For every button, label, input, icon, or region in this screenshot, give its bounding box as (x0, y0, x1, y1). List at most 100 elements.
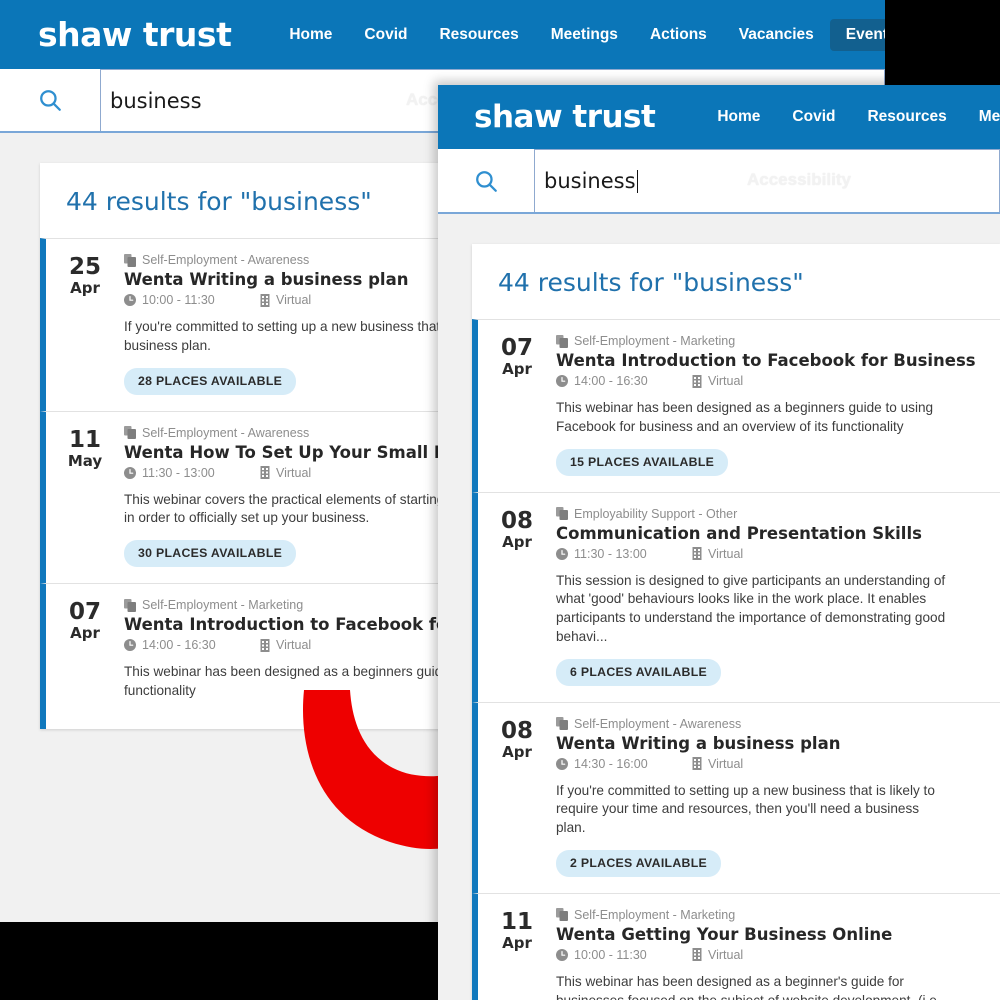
value: 14:30 - 16:00 (574, 756, 648, 771)
fg-event-meta-2: 14:30 - 16:00 Virtual (556, 757, 984, 771)
building-icon (260, 293, 270, 307)
status-badge: 6 PLACES AVAILABLE (556, 658, 722, 686)
fg-event-time-0: 14:00 - 16:30 (556, 374, 692, 388)
fg-event-title-0[interactable]: Wenta Introduction to Facebook for Busin… (556, 351, 984, 370)
label: Self-Employment - Awareness (142, 425, 310, 440)
category-icon (556, 507, 568, 520)
value: Virtual (708, 374, 744, 388)
table-row[interactable]: 07 Apr Self-Employment - Marketing Wenta… (472, 319, 1000, 492)
fg-search-bar: business Accessibility (438, 149, 1000, 214)
clock-icon (556, 948, 568, 961)
table-row[interactable]: 11 Apr Self-Employment - Marketing Wenta… (472, 892, 1000, 1000)
day: 11 (68, 426, 101, 453)
fg-event-category-3: Self-Employment - Marketing (556, 908, 984, 922)
fg-nav-meetings[interactable]: Me (963, 101, 1000, 133)
value: Virtual (276, 465, 312, 480)
month: May (67, 451, 103, 470)
fg-event-title-2[interactable]: Wenta Writing a business plan (556, 734, 984, 753)
text-caret (636, 169, 638, 193)
building-icon (260, 638, 270, 652)
status-badge: 2 PLACES AVAILABLE (556, 849, 722, 877)
bg-nav-resources[interactable]: Resources (423, 19, 534, 51)
day: 25 (68, 254, 101, 280)
fg-event-date-0: 07 Apr (478, 320, 556, 492)
fg-event-date-2: 08 Apr (478, 703, 556, 893)
fg-event-venue-3: Virtual (692, 948, 743, 962)
fg-nav-home[interactable]: Home (701, 101, 776, 133)
month: Apr (70, 279, 100, 298)
building-icon (692, 374, 702, 388)
value: 11:30 - 13:00 (574, 546, 647, 561)
fg-event-time-2: 14:30 - 16:00 (556, 757, 692, 771)
fg-event-meta-1: 11:30 - 13:00 Virtual (556, 547, 984, 561)
bg-search-icon[interactable] (0, 69, 100, 131)
fg-event-body-0: Self-Employment - Marketing Wenta Introd… (556, 320, 1000, 492)
label: Self-Employment - Awareness (574, 716, 742, 731)
label: Self-Employment - Marketing (574, 334, 736, 348)
fg-event-title-1[interactable]: Communication and Presentation Skills (556, 524, 984, 543)
bg-navbar: shaw trust Home Covid Resources Meetings… (0, 0, 885, 69)
value: 10:00 - 11:30 (574, 947, 647, 962)
screenshot-stage: shaw trust Home Covid Resources Meetings… (0, 0, 1000, 1000)
label: Self-Employment - Marketing (142, 598, 304, 612)
foreground-browser-window[interactable]: shaw trust Home Covid Resources Me busin… (438, 85, 1000, 1000)
fg-search-input[interactable]: business Accessibility (534, 149, 1000, 212)
fg-nav-resources[interactable]: Resources (851, 101, 962, 133)
category-icon (556, 334, 568, 348)
value: 10:00 - 11:30 (142, 293, 215, 307)
category-icon (124, 426, 136, 439)
bg-nav-vacancies[interactable]: Vacancies (723, 19, 830, 51)
clock-icon (124, 466, 136, 479)
fg-results-card: 44 results for "business" 07 Apr Self-Em… (472, 244, 1000, 1000)
table-row[interactable]: 08 Apr Self-Employment - Awareness Wenta… (472, 701, 1000, 893)
status-badge: 30 PLACES AVAILABLE (124, 540, 297, 567)
bg-search-value: business (110, 88, 202, 113)
category-icon (124, 253, 136, 267)
fg-event-venue-1: Virtual (692, 547, 743, 561)
clock-icon (556, 757, 568, 770)
fg-accessibility-watermark: Accessibility (747, 170, 851, 189)
month: Apr (502, 360, 532, 379)
clock-icon (556, 547, 568, 560)
status-badge: 15 PLACES AVAILABLE (556, 448, 729, 476)
fg-event-title-3[interactable]: Wenta Getting Your Business Online (556, 925, 984, 944)
fg-search-value: business (544, 169, 636, 193)
bg-event-date-2: 07 Apr (46, 584, 124, 729)
bg-nav-meetings[interactable]: Meetings (535, 19, 634, 51)
bg-event-time-1: 11:30 - 13:00 (124, 466, 260, 480)
category-icon (124, 598, 136, 612)
fg-event-desc-0: This webinar has been designed as a begi… (556, 400, 934, 434)
bg-nav-actions[interactable]: Actions (634, 19, 723, 51)
day: 08 (500, 717, 533, 744)
fg-event-time-1: 11:30 - 13:00 (556, 547, 692, 561)
bg-nav-events[interactable]: Events (829, 18, 885, 51)
category-icon (556, 717, 568, 730)
table-row[interactable]: 08 Apr Employability Support - Other Com… (472, 491, 1000, 702)
fg-event-date-1: 08 Apr (478, 493, 556, 702)
fg-event-body-2: Self-Employment - Awareness Wenta Writin… (556, 703, 1000, 893)
bg-nav-home[interactable]: Home (273, 19, 348, 51)
fg-event-category-0: Self-Employment - Marketing (556, 334, 984, 348)
bg-event-venue-2: Virtual (260, 638, 311, 652)
building-icon (692, 547, 702, 560)
fg-event-venue-2: Virtual (692, 757, 743, 771)
bg-event-time-2: 14:00 - 16:30 (124, 638, 260, 652)
fg-event-desc-3: This webinar has been designed as a begi… (556, 973, 941, 1000)
clock-icon (556, 375, 568, 387)
fg-brand-logo[interactable]: shaw trust (474, 99, 656, 135)
fg-search-icon[interactable] (438, 149, 534, 212)
value: 14:00 - 16:30 (574, 374, 648, 388)
black-filler-top-right (885, 0, 1000, 85)
status-badge: 28 PLACES AVAILABLE (124, 367, 297, 395)
fg-event-desc-2: If you're committed to setting up a new … (556, 782, 935, 836)
bg-nav-covid[interactable]: Covid (348, 19, 423, 51)
month: Apr (502, 742, 532, 761)
fg-event-body-1: Employability Support - Other Communicat… (556, 493, 1000, 702)
bg-nav-links: Home Covid Resources Meetings Actions Va… (273, 18, 885, 51)
bg-brand-logo[interactable]: shaw trust (38, 15, 232, 54)
black-filler-bottom-left (0, 922, 438, 1000)
fg-event-desc-1: This session is designed to give partici… (556, 572, 946, 644)
fg-nav-covid[interactable]: Covid (776, 101, 851, 133)
fg-event-meta-0: 14:00 - 16:30 Virtual (556, 374, 984, 388)
month: Apr (502, 933, 532, 952)
